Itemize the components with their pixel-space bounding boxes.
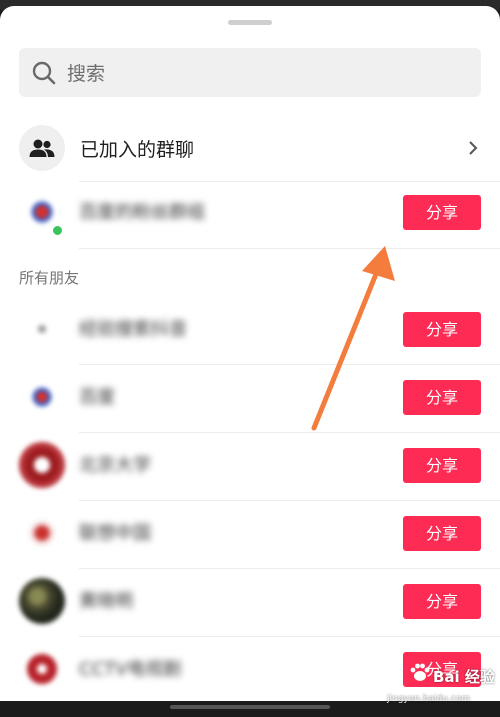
- watermark-text: Bai 经验: [433, 668, 495, 686]
- watermark: Bai 经验 jingyan.baidu.com: [383, 662, 500, 710]
- annotation-arrow: [311, 246, 395, 431]
- paw-icon: [410, 663, 430, 681]
- home-indicator[interactable]: [170, 705, 330, 709]
- watermark-url: jingyan.baidu.com: [387, 694, 471, 704]
